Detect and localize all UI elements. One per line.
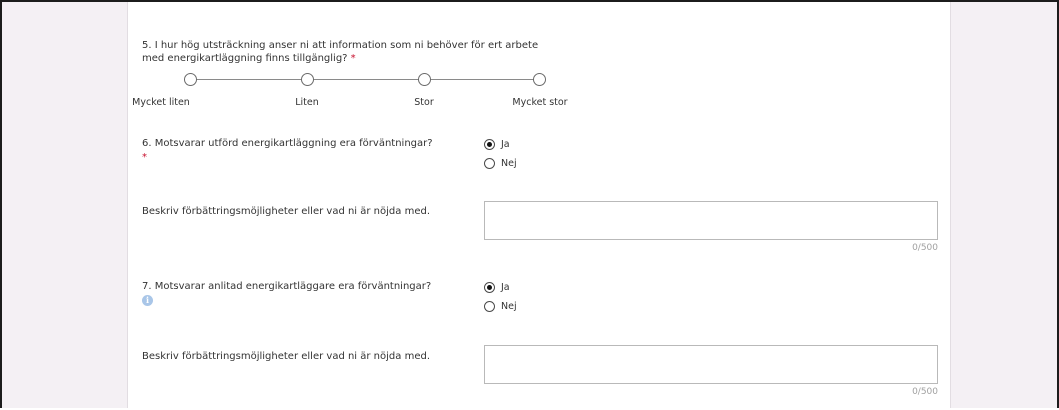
q7-radio-ja-label: Ja: [501, 282, 510, 293]
likert-option-mycket-liten[interactable]: [184, 73, 197, 86]
likert-label-liten: Liten: [295, 97, 319, 108]
survey-panel: 5. I hur hög utsträckning anser ni att i…: [127, 2, 951, 408]
question-5-text: med energikartläggning finns tillgänglig…: [142, 53, 348, 64]
q6-radio-nej[interactable]: [484, 158, 495, 169]
q7-comment-textarea[interactable]: [484, 345, 938, 384]
browser-frame: 5. I hur hög utsträckning anser ni att i…: [0, 0, 1059, 408]
q7-radio-nej[interactable]: [484, 301, 495, 312]
question-5-text-line2: med energikartläggning finns tillgänglig…: [142, 53, 356, 65]
q6-radio-nej-label: Nej: [501, 158, 517, 169]
q7-character-counter: 0/500: [912, 387, 938, 397]
likert-option-stor[interactable]: [418, 73, 431, 86]
likert-label-stor: Stor: [414, 97, 434, 108]
q6-character-counter: 0/500: [912, 243, 938, 253]
info-icon[interactable]: i: [142, 295, 153, 306]
q6-radio-ja-label: Ja: [501, 139, 510, 150]
q6-comment-textarea[interactable]: [484, 201, 938, 240]
likert-option-liten[interactable]: [301, 73, 314, 86]
question-6-text: 6. Motsvarar utförd energikartläggning e…: [142, 138, 433, 149]
likert-option-mycket-stor[interactable]: [533, 73, 546, 86]
likert-scale-line: [184, 79, 540, 80]
likert-label-mycket-liten: Mycket liten: [132, 97, 190, 108]
required-marker: *: [350, 53, 356, 64]
q6-radio-ja[interactable]: [484, 139, 495, 150]
q7-radio-nej-label: Nej: [501, 301, 517, 312]
q7-radio-ja[interactable]: [484, 282, 495, 293]
required-marker: *: [142, 152, 147, 163]
likert-label-mycket-stor: Mycket stor: [512, 97, 568, 108]
q7-comment-label: Beskriv förbättringsmöjligheter eller va…: [142, 351, 430, 362]
question-7-text: 7. Motsvarar anlitad energikartläggare e…: [142, 281, 432, 292]
question-5-text-line1: 5. I hur hög utsträckning anser ni att i…: [142, 40, 539, 51]
q6-comment-label: Beskriv förbättringsmöjligheter eller va…: [142, 206, 430, 217]
